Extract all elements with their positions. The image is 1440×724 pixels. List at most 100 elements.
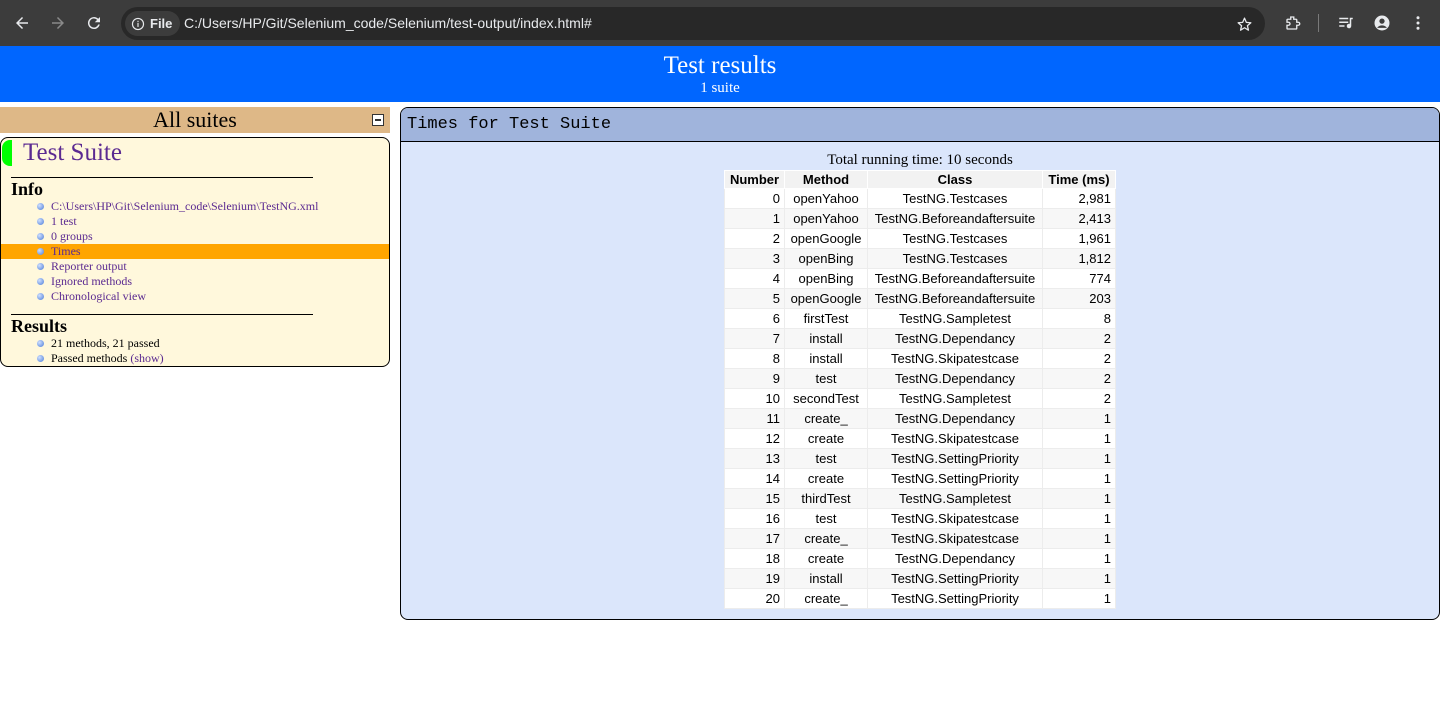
row-number-cell: 13 <box>724 448 785 469</box>
table-row: 19 install TestNG.SettingPriority 1 <box>724 568 1116 589</box>
url-text[interactable]: C:/Users/HP/Git/Selenium_code/Selenium/t… <box>184 15 592 31</box>
ignored-methods-link[interactable]: Ignored methods <box>51 274 132 288</box>
row-number-cell: 18 <box>724 548 785 569</box>
table-row: 18 create TestNG.Dependancy 1 <box>724 548 1116 569</box>
site-info-chip[interactable]: File <box>125 11 180 36</box>
class-cell: TestNG.Dependancy <box>867 408 1043 429</box>
list-item[interactable]: 1 test <box>1 214 389 229</box>
bookmark-star-icon[interactable] <box>1233 13 1255 35</box>
class-cell: TestNG.Beforeandaftersuite <box>867 208 1043 229</box>
forward-icon[interactable] <box>44 9 72 37</box>
row-number-cell: 9 <box>724 368 785 389</box>
tests-link[interactable]: 1 test <box>51 214 77 228</box>
suite-file-link[interactable]: C:\Users\HP\Git\Selenium_code\Selenium\T… <box>51 199 318 213</box>
method-cell: create <box>784 428 868 449</box>
method-cell: install <box>784 568 868 589</box>
class-cell: TestNG.Testcases <box>867 248 1043 269</box>
row-number-cell: 11 <box>724 408 785 429</box>
groups-link[interactable]: 0 groups <box>51 229 93 243</box>
list-item[interactable]: Chronological view <box>1 289 389 304</box>
time-cell: 1,961 <box>1042 228 1116 249</box>
class-cell: TestNG.Testcases <box>867 188 1043 209</box>
method-cell: install <box>784 328 868 349</box>
info-icon <box>131 17 145 30</box>
method-cell: openGoogle <box>784 288 868 309</box>
time-cell: 2 <box>1042 348 1116 369</box>
list-item[interactable]: C:\Users\HP\Git\Selenium_code\Selenium\T… <box>1 199 389 214</box>
method-cell: firstTest <box>784 308 868 329</box>
row-number-cell: 14 <box>724 468 785 489</box>
class-cell: TestNG.Skipatestcase <box>867 508 1043 529</box>
method-cell: create <box>784 548 868 569</box>
suite-name[interactable]: Test Suite <box>23 139 122 167</box>
time-cell: 1 <box>1042 428 1116 449</box>
suite-count: 1 suite <box>700 80 740 96</box>
time-cell: 1 <box>1042 508 1116 529</box>
time-cell: 1 <box>1042 468 1116 489</box>
all-suites-title: All suites <box>153 107 237 132</box>
time-cell: 774 <box>1042 268 1116 289</box>
table-row: 10 secondTest TestNG.Sampletest 2 <box>724 388 1116 409</box>
table-header-row: Number Method Class Time (ms) <box>724 170 1116 189</box>
table-row: 12 create TestNG.Skipatestcase 1 <box>724 428 1116 449</box>
row-number-cell: 15 <box>724 488 785 509</box>
media-control-icon[interactable] <box>1332 9 1360 37</box>
method-cell: openGoogle <box>784 228 868 249</box>
bullet-icon <box>37 278 44 285</box>
class-cell: TestNG.SettingPriority <box>867 588 1043 609</box>
page-banner: Test results 1 suite <box>0 46 1440 102</box>
row-number-cell: 10 <box>724 388 785 409</box>
list-item[interactable]: 0 groups <box>1 229 389 244</box>
suite-status-marker <box>2 140 12 166</box>
table-row: 14 create TestNG.SettingPriority 1 <box>724 468 1116 489</box>
time-cell: 1 <box>1042 528 1116 549</box>
address-bar[interactable]: File C:/Users/HP/Git/Selenium_code/Selen… <box>121 7 1265 40</box>
class-cell: TestNG.SettingPriority <box>867 448 1043 469</box>
list-item-selected[interactable]: Times <box>1 244 389 259</box>
column-header-time: Time (ms) <box>1042 170 1116 189</box>
times-panel-header: Times for Test Suite <box>401 108 1439 142</box>
times-table-body: 0 openYahoo TestNG.Testcases 2,981 1 openYaho… <box>724 188 1116 609</box>
results-list: 21 methods, 21 passed Passed methods (sh… <box>1 336 389 366</box>
row-number-cell: 4 <box>724 268 785 289</box>
profile-avatar-icon[interactable] <box>1368 9 1396 37</box>
extensions-icon[interactable] <box>1279 9 1307 37</box>
table-row: 8 install TestNG.Skipatestcase 2 <box>724 348 1116 369</box>
show-passed-link[interactable]: (show) <box>130 351 163 365</box>
method-cell: openBing <box>784 268 868 289</box>
row-number-cell: 16 <box>724 508 785 529</box>
row-number-cell: 19 <box>724 568 785 589</box>
divider <box>11 314 313 315</box>
reload-icon[interactable] <box>80 9 108 37</box>
bullet-icon <box>37 203 44 210</box>
time-cell: 1,812 <box>1042 248 1116 269</box>
column-header-number: Number <box>724 170 785 189</box>
time-cell: 2 <box>1042 388 1116 409</box>
time-cell: 1 <box>1042 448 1116 469</box>
times-link[interactable]: Times <box>51 244 81 258</box>
method-cell: test <box>784 368 868 389</box>
list-item[interactable]: Ignored methods <box>1 274 389 289</box>
time-cell: 2 <box>1042 368 1116 389</box>
time-cell: 1 <box>1042 568 1116 589</box>
method-cell: install <box>784 348 868 369</box>
times-panel: Times for Test Suite Total running time:… <box>400 107 1440 620</box>
collapse-icon[interactable] <box>372 114 384 126</box>
table-row: 9 test TestNG.Dependancy 2 <box>724 368 1116 389</box>
back-icon[interactable] <box>8 9 36 37</box>
table-row: 6 firstTest TestNG.Sampletest 8 <box>724 308 1116 329</box>
method-cell: secondTest <box>784 388 868 409</box>
menu-kebab-icon[interactable] <box>1404 9 1432 37</box>
chronological-view-link[interactable]: Chronological view <box>51 289 146 303</box>
table-row: 15 thirdTest TestNG.Sampletest 1 <box>724 488 1116 509</box>
table-row: 17 create_ TestNG.Skipatestcase 1 <box>724 528 1116 549</box>
reporter-output-link[interactable]: Reporter output <box>51 259 127 273</box>
table-row: 0 openYahoo TestNG.Testcases 2,981 <box>724 188 1116 209</box>
list-item[interactable]: Reporter output <box>1 259 389 274</box>
time-cell: 1 <box>1042 548 1116 569</box>
class-cell: TestNG.Dependancy <box>867 368 1043 389</box>
table-row: 4 openBing TestNG.Beforeandaftersuite 774 <box>724 268 1116 289</box>
bullet-icon <box>37 233 44 240</box>
row-number-cell: 0 <box>724 188 785 209</box>
row-number-cell: 17 <box>724 528 785 549</box>
